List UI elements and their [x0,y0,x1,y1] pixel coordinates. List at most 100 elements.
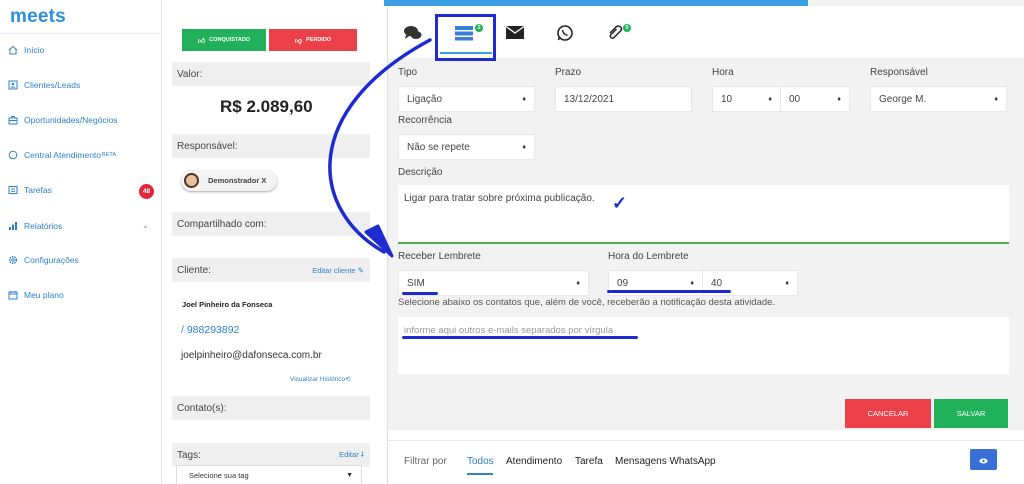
responsavel-task-label: Responsável [870,67,928,78]
calendar-icon [8,290,18,300]
descricao-value: Ligar para tratar sobre próxima publicaç… [404,193,595,204]
sidebar-item-label: Relatórios [24,221,63,231]
tag-select[interactable]: Selecione sua tag ▼ [176,465,362,484]
edit-tags-link[interactable]: Editar 🠗 [339,449,364,462]
pencil-icon: ✎ [357,265,364,275]
progress-strip-rest [808,0,1024,6]
toggle-view-button[interactable] [970,449,997,470]
tipo-select[interactable]: Ligação ♦ [398,86,535,112]
sidebar-item-relatorios[interactable]: Relatórios [8,221,62,231]
divider [0,33,162,34]
descricao-label: Descrição [398,167,443,178]
contatos-label: Contato(s): [177,402,227,414]
sidebar-item-label: Configurações [24,255,79,265]
updown-icon: ♦ [785,279,789,287]
hora-hour-select[interactable]: 10 ♦ [712,86,781,112]
tab-email[interactable] [503,24,527,46]
view-history-label: Visualizar Histórico [290,376,346,383]
sidebar-item-central-atendimento[interactable]: Central Atendimento BETA [8,150,116,160]
valor-label: Valor: [177,68,203,80]
responsible-chip[interactable]: Demonstrador X [181,170,277,191]
history-icon: ⟲ [345,376,351,383]
edit-client-label: Editar cliente [312,265,356,275]
chat-icon [8,150,18,160]
updown-icon: ♦ [522,95,526,103]
eye-icon [979,451,988,469]
hora-lembrete-hour-value: 09 [617,277,629,289]
cliente-header: Cliente: Editar cliente ✎ [172,258,370,282]
recorrencia-label: Recorrência [398,115,452,126]
contact-card-icon [8,80,18,90]
contatos-header: Contato(s): [172,396,370,420]
responsavel-select[interactable]: George M. ♦ [870,86,1007,112]
hora-minute-select[interactable]: 00 ♦ [781,86,850,112]
updown-icon: ♦ [837,95,841,103]
edit-tags-label: Editar [339,449,359,459]
deal-value: R$ 2.089,60 [220,97,313,116]
extra-emails-input[interactable]: informe aqui outros e-mails separados po… [398,317,1009,374]
underline-annotation [402,292,438,295]
sidebar-item-tarefas[interactable]: Tarefas [8,185,52,195]
cliente-label: Cliente: [177,264,211,276]
underline-annotation [607,290,731,293]
filter-todos[interactable]: Todos [467,456,494,467]
tab-whatsapp[interactable] [553,24,577,46]
sidebar-item-configuracoes[interactable]: Configurações [8,255,79,265]
filter-label: Filtrar por [404,456,447,467]
compartilhado-label: Compartilhado com: [177,218,267,230]
sidebar-item-meu-plano[interactable]: Meu plano [8,290,64,300]
prazo-date-input[interactable]: 13/12/2021 [555,86,692,112]
sidebar-item-label: Clientes/Leads [24,80,81,90]
updown-icon: ♦ [576,279,580,287]
progress-strip [384,0,808,6]
bar-chart-icon [8,221,18,231]
gear-icon [8,255,18,265]
filter-atendimento[interactable]: Atendimento [506,456,562,467]
tab-notes[interactable] [401,24,425,46]
updown-icon: ♦ [522,143,526,151]
tasks-count-badge: 48 [139,184,154,199]
tab-highlight-annotation [435,14,496,61]
active-filter-indicator [467,473,493,475]
tags-header: Tags: Editar 🠗 [172,443,370,467]
task-form [388,58,1024,430]
checkmark-annotation: ✓ [612,193,628,213]
save-button[interactable]: SALVAR [934,399,1008,428]
hora-minute-value: 00 [789,93,801,105]
sidebar-item-label: Meu plano [24,290,64,300]
arrow-down-icon: 🠗 [360,449,364,459]
cancel-button[interactable]: CANCELAR [845,399,931,428]
thumbs-up-icon: 👍︎ [197,37,206,45]
view-history-link[interactable]: Visualizar Histórico⟲ [290,375,351,383]
whatsapp-icon [556,24,574,47]
compartilhado-header: Compartilhado com: [172,212,370,236]
responsible-name: Demonstrador X [208,176,267,185]
updown-icon: ♦ [994,95,998,103]
filter-mensagens-whatsapp[interactable]: Mensagens WhatsApp [615,456,716,467]
edit-client-link[interactable]: Editar cliente ✎ [312,266,364,275]
hora-lembrete-minute-value: 40 [711,277,723,289]
recorrencia-select[interactable]: Não se repete ♦ [398,134,535,160]
filter-tarefa[interactable]: Tarefa [575,456,603,467]
envelope-icon [505,25,525,45]
sidebar-item-label: Início [24,45,45,55]
thumbs-down-icon: 👎︎ [294,37,303,45]
sidebar-item-inicio[interactable]: Início [8,45,44,55]
sidebar-item-label: Tarefas [24,185,52,195]
comments-icon [403,24,423,47]
sidebar: meets Início Clientes/Leads Oportunidade… [0,0,162,484]
descricao-textarea[interactable]: Ligar para tratar sobre próxima publicaç… [398,185,1009,244]
sidebar-item-oportunidades[interactable]: Oportunidades/Negócios [8,115,118,125]
lost-button[interactable]: 👎︎ PERDIDO [269,29,357,51]
client-email: joelpinheiro@dafonseca.com.br [181,350,322,361]
tasks-icon [8,185,18,195]
won-button[interactable]: 👍︎ CONQUISTADO [182,29,266,51]
tag-select-value: Selecione sua tag [189,470,249,480]
sidebar-item-clientes[interactable]: Clientes/Leads [8,80,80,90]
lembrete-value: SIM [407,277,425,289]
app-logo[interactable]: meets [10,6,66,28]
underline-annotation [402,336,638,339]
client-phone[interactable]: / 988293892 [181,324,239,336]
briefcase-icon [8,115,18,125]
chevron-down-icon[interactable]: ⌄ [142,221,149,230]
